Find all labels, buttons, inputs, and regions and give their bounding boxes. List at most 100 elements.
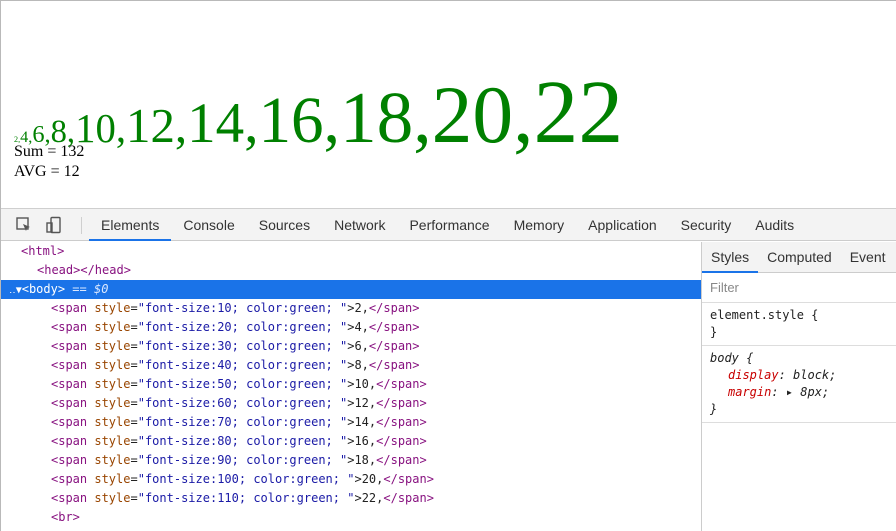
ellipsis-icon: ‥ [9, 285, 16, 296]
tab-security[interactable]: Security [669, 209, 744, 241]
tab-audits[interactable]: Audits [743, 209, 806, 241]
span-text: >4, [347, 320, 369, 334]
span-equals: = [130, 358, 138, 372]
span-equals: = [130, 320, 138, 334]
span-close: </span> [383, 472, 434, 486]
dom-node-head[interactable]: <head></head> [1, 261, 701, 280]
span-open: <span [51, 377, 95, 391]
css-property[interactable]: display: block; [710, 367, 889, 384]
span-equals: = [130, 301, 138, 315]
span-value: "font-size:20; color:green; " [137, 320, 348, 334]
css-property[interactable]: margin: ▸ 8px; [710, 384, 889, 401]
tab-sources[interactable]: Sources [247, 209, 322, 241]
span-equals: = [130, 472, 138, 486]
span-value: "font-size:10; color:green; " [137, 301, 348, 315]
colon: : [778, 368, 794, 382]
dom-node-span[interactable]: <span style="font-size:10; color:green; … [1, 299, 701, 318]
sidebar-tab-event[interactable]: Event [841, 242, 895, 273]
span-close: </span> [376, 434, 427, 448]
number-item: 18, [339, 77, 432, 158]
span-equals: = [130, 339, 138, 353]
span-text: >16, [347, 434, 377, 448]
body-rule-close: } [710, 402, 718, 416]
number-item: 20, [431, 69, 534, 160]
dom-node-span[interactable]: <span style="font-size:50; color:green; … [1, 375, 701, 394]
colon: : ▸ [771, 385, 801, 399]
tab-memory[interactable]: Memory [502, 209, 577, 241]
span-text: >18, [347, 453, 377, 467]
inspect-element-icon[interactable] [15, 216, 33, 234]
elements-tree: <html> <head></head> ‥▼<body> == $0 <spa… [1, 242, 701, 531]
span-equals: = [130, 434, 138, 448]
element-style-rule[interactable]: element.style { } [702, 303, 896, 346]
devtools-panel: Elements Console Sources Network Performance… [1, 208, 896, 531]
span-value: "font-size:80; color:green; " [137, 434, 348, 448]
span-attr: style [94, 434, 131, 448]
tab-console[interactable]: Console [171, 209, 246, 241]
styles-filter-input[interactable]: Filter [702, 273, 896, 303]
span-attr: style [94, 377, 131, 391]
number-item: 12, [126, 98, 188, 153]
span-text: >10, [347, 377, 377, 391]
toolbar-separator [81, 217, 82, 234]
sum-text: Sum = 132 [14, 143, 85, 160]
br-tag: <br> [51, 510, 80, 524]
dom-node-body-selected[interactable]: ‥▼<body> == $0 [1, 280, 701, 299]
dom-node-span[interactable]: <span style="font-size:70; color:green; … [1, 413, 701, 432]
span-nodes: <span style="font-size:10; color:green; … [1, 299, 701, 508]
dom-node-span[interactable]: <span style="font-size:110; color:green;… [1, 489, 701, 508]
span-text: >6, [347, 339, 369, 353]
span-value: "font-size:70; color:green; " [137, 415, 348, 429]
span-close: </span> [368, 339, 420, 353]
tab-network[interactable]: Network [322, 209, 397, 241]
dom-node-span[interactable]: <span style="font-size:60; color:green; … [1, 394, 701, 413]
span-equals: = [130, 453, 138, 467]
span-text: >14, [347, 415, 377, 429]
dom-node-html[interactable]: <html> [1, 242, 701, 261]
stats-block: Sum = 132 AVG = 12 [14, 142, 84, 182]
tab-elements[interactable]: Elements [89, 209, 172, 241]
span-close: </span> [376, 396, 427, 410]
dom-node-br[interactable]: <br> [1, 508, 701, 527]
html-tag: <html> [21, 244, 65, 258]
sidebar-tabs: Styles Computed Event [702, 242, 896, 273]
body-rule[interactable]: body { display: block; margin: ▸ 8px; } [702, 346, 896, 423]
sidebar-tab-computed[interactable]: Computed [758, 242, 841, 273]
devtools-tabbar: Elements Console Sources Network Performance… [1, 209, 896, 241]
tab-performance[interactable]: Performance [397, 209, 501, 241]
span-text: >8, [347, 358, 369, 372]
dom-node-span[interactable]: <span style="font-size:30; color:green; … [1, 337, 701, 356]
rendered-page: 2,4,6,8,10,12,14,16,18,20,22 Sum = 132 A… [1, 1, 896, 208]
dom-node-span[interactable]: <span style="font-size:80; color:green; … [1, 432, 701, 451]
styles-sidebar: Styles Computed Event Filter element.style… [702, 242, 896, 531]
span-attr: style [94, 358, 131, 372]
span-value: "font-size:100; color:green; " [137, 472, 355, 486]
css-property-name: margin [728, 385, 772, 399]
dom-node-span[interactable]: <span style="font-size:90; color:green; … [1, 451, 701, 470]
span-close: </span> [368, 301, 420, 315]
span-equals: = [130, 415, 138, 429]
sidebar-tab-styles[interactable]: Styles [702, 242, 759, 273]
number-item: 16, [258, 85, 340, 157]
number-item: 22 [533, 63, 624, 162]
span-value: "font-size:90; color:green; " [137, 453, 348, 467]
tab-application[interactable]: Application [576, 209, 669, 241]
dom-node-span[interactable]: <span style="font-size:20; color:green; … [1, 318, 701, 337]
dollar-zero-marker: == $0 [65, 282, 109, 296]
span-open: <span [51, 358, 95, 372]
span-text: >12, [347, 396, 377, 410]
body-tag: <body> [21, 282, 66, 296]
dom-node-span[interactable]: <span style="font-size:100; color:green;… [1, 470, 701, 489]
span-attr: style [94, 472, 131, 486]
span-open: <span [51, 491, 95, 505]
span-attr: style [94, 415, 131, 429]
device-toolbar-icon[interactable] [45, 216, 63, 234]
span-close: </span> [368, 358, 420, 372]
span-equals: = [130, 377, 138, 391]
span-attr: style [94, 301, 131, 315]
span-attr: style [94, 320, 131, 334]
dom-node-span[interactable]: <span style="font-size:40; color:green; … [1, 356, 701, 375]
span-close: </span> [376, 453, 427, 467]
span-value: "font-size:50; color:green; " [137, 377, 348, 391]
span-value: "font-size:110; color:green; " [137, 491, 355, 505]
